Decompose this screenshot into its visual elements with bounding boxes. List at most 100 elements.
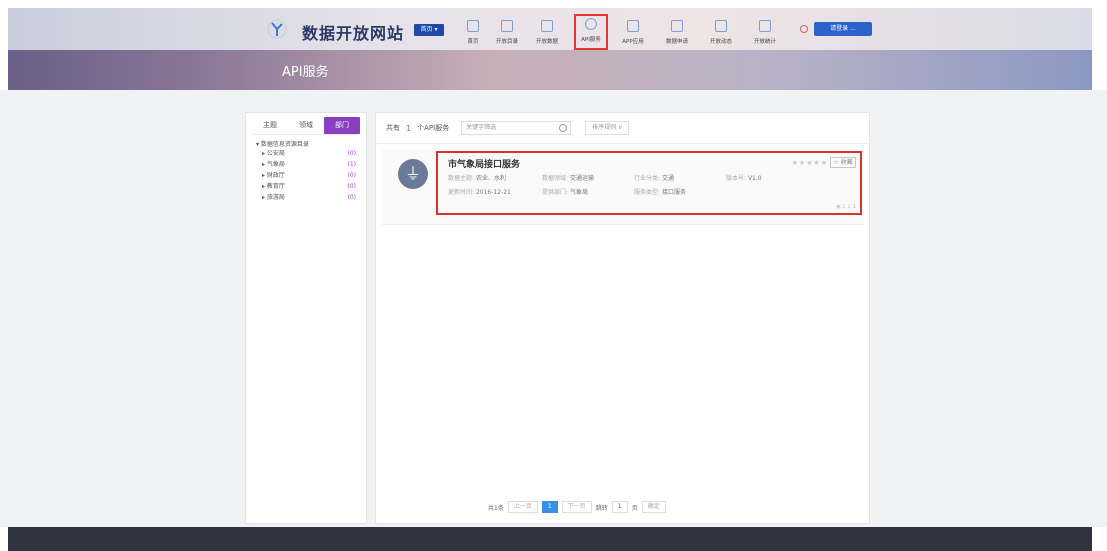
confirm-button[interactable]: 确定 <box>641 501 666 513</box>
stats-icon <box>759 20 771 32</box>
next-page-button[interactable]: 下一页 <box>561 501 592 513</box>
main-area: 主题 领域 部门 ▾ 数据信息资源目录 ▸ 公安局 (0) ▸ 气象局 (1) … <box>0 90 1107 527</box>
tree-item[interactable]: ▸ 教育厅 (0) <box>262 181 356 192</box>
search-input[interactable]: 关键字筛选 <box>461 121 572 135</box>
nav-home[interactable]: 首页 <box>456 18 490 48</box>
service-card[interactable]: 市气象局接口服务 ★★★★★ ☆ 收藏 数据主题: 农业、水利 数据领域: 交通… <box>436 151 862 215</box>
meta-industry: 行业分类: 交通 <box>634 173 674 182</box>
tree-item-label: ▸ 公安局 <box>262 150 285 157</box>
divider <box>376 143 869 144</box>
filter-tabs: 主题 领域 部门 <box>252 117 360 135</box>
apply-icon <box>671 20 683 32</box>
nav-data-apply[interactable]: 数据申请 <box>660 18 694 48</box>
tree-item[interactable]: ▸ 财政厅 (0) <box>262 170 356 181</box>
service-name[interactable]: 市气象局接口服务 <box>448 157 520 170</box>
nav-label: 数据申请 <box>665 38 689 45</box>
meta-domain: 数据领域: 交通运输 <box>542 173 594 182</box>
meta-value: 农业、水利 <box>475 175 506 182</box>
news-icon <box>715 20 727 32</box>
meta-service-type: 服务类型: 接口服务 <box>634 187 686 196</box>
tree-item[interactable]: ▸ 旅游局 (0) <box>262 192 356 203</box>
meta-value: 交通 <box>661 175 674 182</box>
page-banner: API服务 <box>8 50 1092 90</box>
prev-page-button[interactable]: 上一页 <box>507 501 538 513</box>
meta-value: 2016-12-21 <box>475 189 511 196</box>
home-icon <box>467 20 479 32</box>
meta-key: 服务类型: <box>634 189 661 196</box>
region-dropdown[interactable]: 首页 ▾ <box>414 24 444 36</box>
nav-apps[interactable]: APP应用 <box>616 18 650 48</box>
top-header: 数据开放网站 首页 ▾ 首页 开放目录 开放数据 API服务 APP应用 数据申… <box>8 8 1092 50</box>
filter-sidebar: 主题 领域 部门 ▾ 数据信息资源目录 ▸ 公安局 (0) ▸ 气象局 (1) … <box>245 112 367 524</box>
list-toolbar: 共有 1 个API服务 关键字筛选 排序规则 ∨ <box>386 121 630 135</box>
meta-updated: 更新时间: 2016-12-21 <box>448 187 511 196</box>
total-count: 1 <box>406 123 412 133</box>
meta-value: 气象局 <box>569 189 588 196</box>
nav-stats[interactable]: 开放统计 <box>748 18 782 48</box>
login-button[interactable]: 请登录 ... <box>814 22 872 36</box>
meta-key: 更新时间: <box>448 189 475 196</box>
tab-domain[interactable]: 领域 <box>288 117 324 134</box>
tree-item-label: ▸ 教育厅 <box>262 183 285 190</box>
user-icon[interactable] <box>800 25 808 33</box>
tree-root[interactable]: ▾ 数据信息资源目录 <box>256 139 366 148</box>
footer <box>8 527 1092 551</box>
tree-item-label: ▸ 旅游局 <box>262 194 285 201</box>
nav-label: API服务 <box>581 36 601 43</box>
nav-open-data[interactable]: 开放数据 <box>530 18 564 48</box>
api-list-panel: 共有 1 个API服务 关键字筛选 排序规则 ∨ ⏚ 市气象局接口服务 ★★★★… <box>375 112 870 524</box>
page-number[interactable]: 1 <box>541 501 558 513</box>
tree-item-label: ▸ 气象局 <box>262 161 285 168</box>
tab-topic[interactable]: 主题 <box>252 117 288 134</box>
tree-item[interactable]: ▸ 公安局 (0) <box>262 148 356 159</box>
api-icon <box>585 18 597 30</box>
site-title: 数据开放网站 <box>302 24 405 43</box>
nav-label: 开放统计 <box>753 38 777 45</box>
total-suffix: 个API服务 <box>417 124 450 132</box>
catalog-icon <box>501 20 513 32</box>
collect-button[interactable]: ☆ 收藏 <box>830 157 856 168</box>
total-records: 共1条 <box>488 504 504 512</box>
nav-label: 开放动态 <box>709 38 733 45</box>
tab-department[interactable]: 部门 <box>324 117 360 134</box>
meta-topic: 数据主题: 农业、水利 <box>448 173 506 182</box>
meta-key: 版本号: <box>726 175 747 182</box>
meta-key: 提供部门: <box>542 189 569 196</box>
tree-item-label: ▸ 财政厅 <box>262 172 285 179</box>
tree-item-count: (1) <box>347 161 357 168</box>
meta-value: 交通运输 <box>569 175 594 182</box>
list-item[interactable]: ⏚ 市气象局接口服务 ★★★★★ ☆ 收藏 数据主题: 农业、水利 数据领域: … <box>382 149 864 225</box>
meta-key: 数据主题: <box>448 175 475 182</box>
meta-key: 行业分类: <box>634 175 661 182</box>
nav-label: 开放数据 <box>535 38 559 45</box>
meta-key: 数据领域: <box>542 175 569 182</box>
page-unit: 页 <box>631 504 638 512</box>
plug-icon: ⏚ <box>398 159 428 189</box>
goto-label: 跳转 <box>595 504 608 512</box>
tree-item-count: (0) <box>347 150 357 157</box>
sort-select[interactable]: 排序规则 ∨ <box>585 121 630 135</box>
tree-item[interactable]: ▸ 气象局 (1) <box>262 159 356 170</box>
meta-value: V1.0 <box>747 175 762 182</box>
meta-department: 提供部门: 气象局 <box>542 187 588 196</box>
nav-label: APP应用 <box>622 38 644 45</box>
nav-api-service[interactable]: API服务 <box>574 14 608 50</box>
nav-catalog[interactable]: 开放目录 <box>490 18 524 48</box>
total-prefix: 共有 <box>386 124 400 132</box>
user-area: 请登录 ... <box>800 22 872 36</box>
nav-label: 首页 <box>467 38 479 45</box>
page-title: API服务 <box>282 65 329 80</box>
pagination: 共1条 上一页 1 下一页 跳转 1 页 确定 <box>488 501 666 513</box>
rating-stars: ★★★★★ <box>791 159 828 167</box>
tree-item-count: (0) <box>347 172 357 179</box>
logo-icon <box>267 19 287 39</box>
meta-version: 版本号: V1.0 <box>726 173 762 182</box>
database-icon <box>541 20 553 32</box>
apps-icon <box>627 20 639 32</box>
nav-news[interactable]: 开放动态 <box>704 18 738 48</box>
tree-item-count: (0) <box>347 194 357 201</box>
page-input[interactable]: 1 <box>611 501 628 513</box>
view-download-stats: ◉ 1 ⇩ 1 <box>836 204 856 210</box>
tree-item-count: (0) <box>347 183 357 190</box>
meta-value: 接口服务 <box>661 189 686 196</box>
